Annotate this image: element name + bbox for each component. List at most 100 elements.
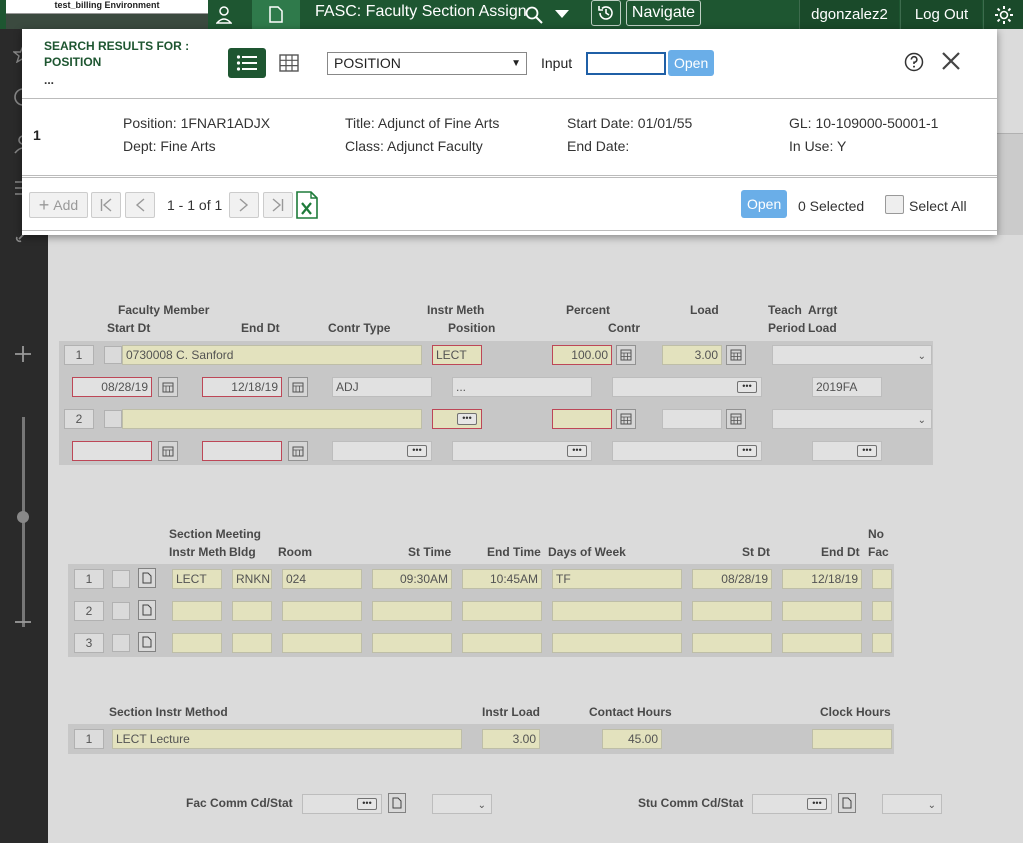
start-dt-field[interactable] — [72, 441, 152, 461]
bldg-field[interactable] — [232, 601, 272, 621]
add-button[interactable]: + Add — [29, 192, 88, 218]
more-icon[interactable]: ••• — [737, 381, 757, 393]
percent-field[interactable] — [552, 409, 612, 429]
zoom-slider-handle[interactable] — [17, 511, 29, 523]
position-field[interactable]: ••• — [452, 441, 592, 461]
st-time-field[interactable]: 09:30AM — [372, 569, 452, 589]
open-selected-button[interactable]: Open — [741, 190, 787, 218]
search-open-button[interactable]: Open — [668, 50, 714, 76]
meeting-st-dt-field[interactable]: 08/28/19 — [692, 569, 772, 589]
load-field[interactable]: 3.00 — [662, 345, 722, 365]
document-icon[interactable] — [138, 568, 156, 588]
zoom-in-icon[interactable] — [13, 344, 33, 367]
days-of-week-field[interactable] — [552, 601, 682, 621]
select-all-checkbox[interactable] — [885, 195, 904, 214]
faculty-row-checkbox[interactable] — [104, 346, 122, 364]
faculty-member-field[interactable] — [122, 409, 422, 429]
calculator-icon[interactable] — [616, 409, 636, 429]
contr-type-field[interactable]: ••• — [332, 441, 432, 461]
calculator-icon[interactable] — [726, 345, 746, 365]
end-time-field[interactable]: 10:45AM — [462, 569, 542, 589]
no-fac-field[interactable] — [872, 601, 892, 621]
meeting-end-dt-field[interactable] — [782, 601, 862, 621]
bldg-field[interactable]: RNKN — [232, 569, 272, 589]
start-dt-field[interactable]: 08/28/19 — [72, 377, 152, 397]
faculty-row-number[interactable]: 1 — [64, 345, 94, 365]
meeting-end-dt-field[interactable] — [782, 633, 862, 653]
no-fac-field[interactable] — [872, 633, 892, 653]
stu-comm-stat-select[interactable]: ⌄ — [882, 794, 942, 814]
contact-hours-field[interactable]: 45.00 — [602, 729, 662, 749]
calendar-icon[interactable] — [158, 377, 178, 397]
meeting-end-dt-field[interactable]: 12/18/19 — [782, 569, 862, 589]
teach-period-select[interactable]: ⌄ — [772, 409, 932, 429]
meeting-instr-meth-field[interactable] — [172, 601, 222, 621]
meeting-row-checkbox[interactable] — [112, 570, 130, 588]
faculty-row-number[interactable]: 2 — [64, 409, 94, 429]
user-name[interactable]: dgonzalez2 — [799, 0, 899, 29]
end-dt-field[interactable]: 12/18/19 — [202, 377, 282, 397]
stu-comm-field[interactable]: ••• — [752, 794, 832, 814]
days-of-week-field[interactable]: TF — [552, 569, 682, 589]
calendar-icon[interactable] — [158, 441, 178, 461]
list-view-button[interactable] — [228, 48, 266, 78]
close-icon[interactable] — [940, 50, 962, 72]
gear-icon[interactable] — [983, 0, 1023, 29]
calculator-icon[interactable] — [616, 345, 636, 365]
user-icon[interactable] — [206, 0, 242, 29]
more-icon[interactable]: ••• — [807, 798, 827, 810]
more-icon[interactable]: ••• — [857, 445, 877, 457]
calculator-icon[interactable] — [726, 409, 746, 429]
arrgt-load-field[interactable]: 2019FA — [812, 377, 882, 397]
end-time-field[interactable] — [462, 633, 542, 653]
more-icon[interactable]: ••• — [567, 445, 587, 457]
contr-field[interactable]: ••• — [612, 441, 762, 461]
contr-type-field[interactable]: ADJ — [332, 377, 432, 397]
grid-view-button[interactable] — [276, 48, 302, 78]
page-document-icon[interactable] — [252, 0, 300, 29]
meeting-instr-meth-field[interactable]: LECT — [172, 569, 222, 589]
room-field[interactable] — [282, 633, 362, 653]
teach-period-select[interactable]: ⌄ — [772, 345, 932, 365]
percent-field[interactable]: 100.00 — [552, 345, 612, 365]
calendar-icon[interactable] — [288, 441, 308, 461]
result-row[interactable]: 1 Position: 1FNAR1ADJX Dept: Fine Arts T… — [22, 100, 997, 178]
help-icon[interactable] — [904, 52, 924, 72]
search-input[interactable] — [586, 52, 666, 75]
document-icon[interactable] — [138, 632, 156, 652]
contr-field[interactable]: ••• — [612, 377, 762, 397]
no-fac-field[interactable] — [872, 569, 892, 589]
meeting-row-number[interactable]: 2 — [74, 601, 104, 621]
room-field[interactable]: 024 — [282, 569, 362, 589]
navigate-button[interactable]: Navigate — [626, 0, 701, 26]
search-icon[interactable] — [520, 0, 548, 29]
calendar-icon[interactable] — [288, 377, 308, 397]
instr-meth-field[interactable]: LECT — [432, 345, 482, 365]
chevron-down-icon[interactable] — [548, 0, 576, 29]
bldg-field[interactable] — [232, 633, 272, 653]
meeting-st-dt-field[interactable] — [692, 633, 772, 653]
next-page-button[interactable] — [229, 192, 259, 218]
document-icon[interactable] — [388, 793, 406, 813]
select-all-label[interactable]: Select All — [909, 198, 967, 214]
more-icon[interactable]: ••• — [357, 798, 377, 810]
faculty-row-checkbox[interactable] — [104, 410, 122, 428]
load-field[interactable] — [662, 409, 722, 429]
instr-method-field[interactable]: LECT Lecture — [112, 729, 462, 749]
meeting-row-checkbox[interactable] — [112, 634, 130, 652]
search-field-select[interactable]: POSITION ▼ — [327, 52, 527, 75]
end-time-field[interactable] — [462, 601, 542, 621]
end-dt-field[interactable] — [202, 441, 282, 461]
excel-export-icon[interactable] — [296, 191, 318, 219]
st-time-field[interactable] — [372, 601, 452, 621]
document-icon[interactable] — [138, 600, 156, 620]
meeting-row-number[interactable]: 1 — [74, 569, 104, 589]
fac-comm-field[interactable]: ••• — [302, 794, 382, 814]
last-page-button[interactable] — [263, 192, 293, 218]
position-field[interactable]: ... — [452, 377, 592, 397]
instr-meth-field[interactable]: ••• — [432, 409, 482, 429]
meeting-instr-meth-field[interactable] — [172, 633, 222, 653]
clock-hours-field[interactable] — [812, 729, 892, 749]
more-icon[interactable]: ••• — [407, 445, 427, 457]
more-icon[interactable]: ••• — [457, 413, 477, 425]
